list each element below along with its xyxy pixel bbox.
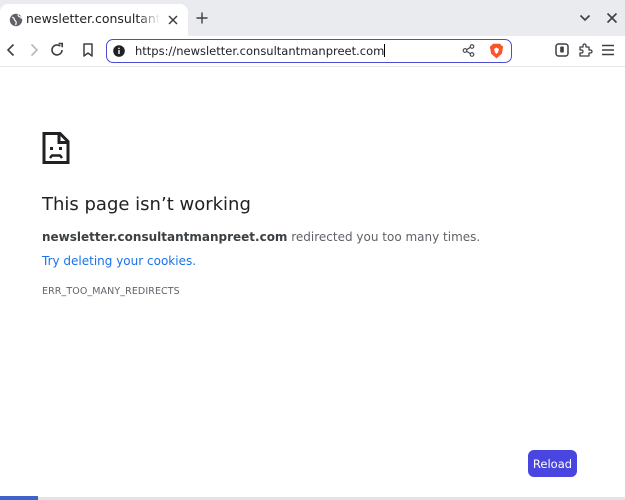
browser-toolbar: https://newsletter.consultantmanpreet.co… xyxy=(0,36,625,67)
tab-title: newsletter.consultantmanpreet.com xyxy=(26,11,160,27)
bookmark-icon[interactable] xyxy=(80,42,96,58)
tab-strip: newsletter.consultantmanpreet.com xyxy=(0,0,625,36)
error-description: newsletter.consultantmanpreet.com redire… xyxy=(42,230,480,244)
error-title: This page isn’t working xyxy=(42,194,251,215)
error-code: ERR_TOO_MANY_REDIRECTS xyxy=(42,286,180,297)
error-page: This page isn’t working newsletter.consu… xyxy=(0,67,625,500)
wallet-icon[interactable] xyxy=(554,42,570,58)
error-domain: newsletter.consultantmanpreet.com xyxy=(42,230,288,244)
reload-button[interactable]: Reload xyxy=(528,450,577,477)
address-bar[interactable]: https://newsletter.consultantmanpreet.co… xyxy=(106,39,512,63)
brave-shield-icon[interactable] xyxy=(489,43,504,59)
back-arrow-icon[interactable] xyxy=(3,42,19,58)
globe-icon xyxy=(9,13,23,27)
tab-close-icon[interactable] xyxy=(166,13,180,27)
window-close-icon[interactable] xyxy=(605,11,619,25)
error-message: redirected you too many times. xyxy=(287,230,481,244)
forward-arrow-icon[interactable] xyxy=(26,42,42,58)
delete-cookies-link[interactable]: Try deleting your cookies. xyxy=(42,254,196,268)
page-load-progress-bar xyxy=(0,496,38,500)
chevron-down-icon[interactable] xyxy=(578,12,592,24)
new-tab-plus-icon[interactable] xyxy=(195,11,209,25)
active-tab[interactable]: newsletter.consultantmanpreet.com xyxy=(0,4,188,36)
sad-page-icon xyxy=(42,132,70,164)
hamburger-menu-icon[interactable] xyxy=(600,42,616,58)
share-icon[interactable] xyxy=(462,44,475,57)
url-text[interactable]: https://newsletter.consultantmanpreet.co… xyxy=(135,44,386,58)
info-icon[interactable] xyxy=(113,45,125,57)
puzzle-icon[interactable] xyxy=(577,42,593,58)
reload-icon[interactable] xyxy=(49,42,65,58)
